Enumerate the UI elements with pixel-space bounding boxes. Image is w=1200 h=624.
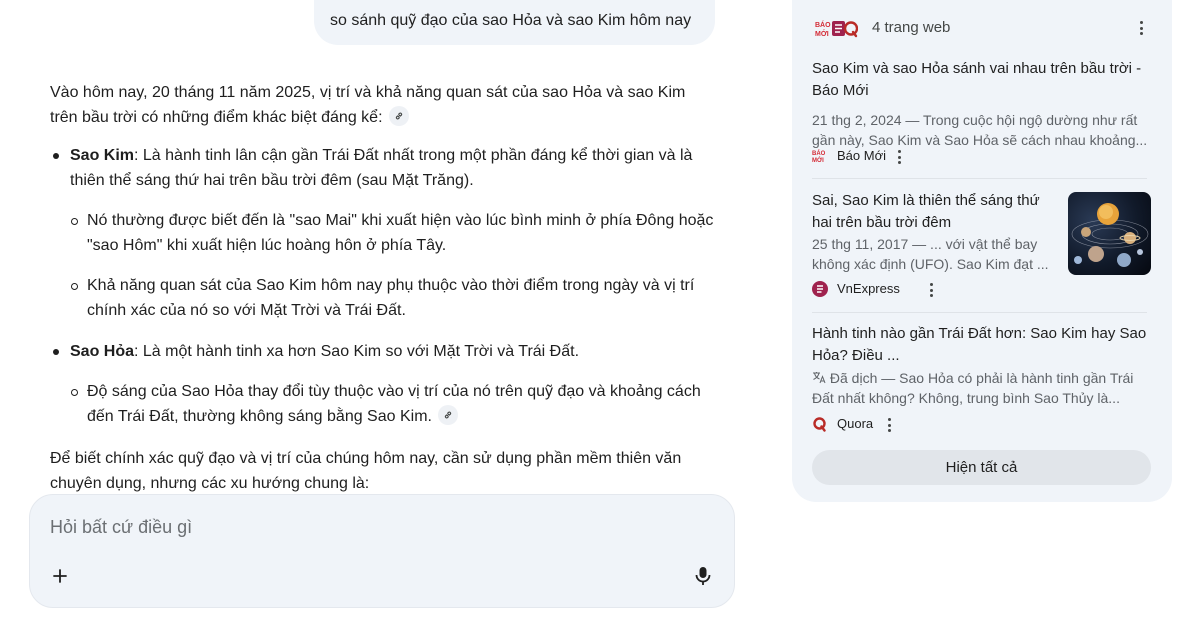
- bullet-dot: [53, 349, 59, 355]
- citation-link-button[interactable]: [388, 106, 409, 126]
- source-site: VnExpress: [812, 280, 934, 300]
- source-site-name: Báo Mới: [837, 148, 886, 163]
- source-more-button[interactable]: [898, 150, 902, 167]
- divider: [812, 312, 1147, 313]
- sub-bullet-ring: [71, 218, 78, 225]
- answer-intro: Vào hôm nay, 20 tháng 11 năm 2025, vị tr…: [50, 80, 710, 130]
- svg-text:BÁO: BÁO: [815, 20, 831, 29]
- source-more-button[interactable]: [930, 283, 934, 300]
- source-card[interactable]: Hành tinh nào gần Trái Đất hơn: Sao Kim …: [812, 323, 1152, 432]
- source-snippet: Đã dịch — Sao Hỏa có phải là hành tinh g…: [812, 369, 1152, 408]
- quora-favicon-icon: [813, 417, 826, 432]
- bullet-dot: [53, 153, 59, 159]
- source-site: Quora: [812, 415, 922, 433]
- source-site-name: Quora: [837, 416, 874, 431]
- answer-outro: Để biết chính xác quỹ đạo và vị trí của …: [50, 450, 682, 492]
- svg-text:MỚI: MỚI: [815, 29, 829, 38]
- mars-label: Sao Hỏa: [70, 343, 135, 360]
- add-attachment-button[interactable]: [47, 563, 73, 589]
- venus-bullet: Sao Kim: Là hành tinh lân cận gần Trái Đ…: [70, 143, 730, 193]
- source-logos: BÁO MỚI: [814, 18, 859, 40]
- venus-label: Sao Kim: [70, 147, 135, 164]
- microphone-icon: [695, 567, 711, 585]
- svg-text:MỚI: MỚI: [812, 156, 824, 164]
- source-site-name: VnExpress: [837, 281, 900, 296]
- source-thumbnail-image[interactable]: [1068, 192, 1151, 275]
- more-options-button[interactable]: [1140, 21, 1144, 38]
- source-title[interactable]: Sai, Sao Kim là thiên thể sáng thứ hai t…: [812, 190, 1062, 234]
- citation-link-button[interactable]: [437, 405, 458, 425]
- divider: [812, 178, 1147, 179]
- user-message-bubble: so sánh quỹ đạo của sao Hỏa và sao Kim h…: [314, 0, 715, 45]
- sources-count: 4 trang web: [872, 19, 951, 36]
- mars-sub-1-text: Độ sáng của Sao Hỏa thay đổi tùy thuộc v…: [87, 383, 701, 425]
- source-title[interactable]: Hành tinh nào gần Trái Đất hơn: Sao Kim …: [812, 323, 1152, 367]
- venus-sub-2: Khả năng quan sát của Sao Kim hôm nay ph…: [87, 277, 695, 319]
- source-more-button[interactable]: [888, 418, 892, 435]
- source-snippet-text: Đã dịch — Sao Hỏa có phải là hành tinh g…: [812, 370, 1134, 406]
- source-snippet: 25 thg 11, 2017 — ... với vật thể bay kh…: [812, 236, 1049, 272]
- sub-bullet-ring: [71, 283, 78, 290]
- voice-input-button[interactable]: [691, 563, 715, 589]
- answer-intro-text: Vào hôm nay, 20 tháng 11 năm 2025, vị tr…: [50, 84, 686, 126]
- prompt-input-box: [29, 494, 735, 608]
- translate-icon: [813, 372, 826, 384]
- source-site: BÁO MỚI Báo Mới: [812, 147, 932, 165]
- venus-text: : Là hành tinh lân cận gần Trái Đất nhất…: [70, 147, 693, 189]
- sources-panel: BÁO MỚI 4 trang web Sao Kim và sao Hỏa s…: [792, 0, 1172, 502]
- solar-system-image: [1071, 203, 1149, 267]
- prompt-input[interactable]: [50, 513, 650, 541]
- link-icon: [444, 411, 452, 419]
- source-title[interactable]: Sao Kim và sao Hỏa sánh vai nhau trên bầ…: [812, 58, 1152, 102]
- mars-bullet: Sao Hỏa: Là một hành tinh xa hơn Sao Kim…: [70, 339, 730, 364]
- mars-text: : Là một hành tinh xa hơn Sao Kim so với…: [134, 343, 580, 360]
- venus-sub-1: Nó thường được biết đến là "sao Mai" khi…: [87, 212, 714, 254]
- baomoi-logo-icon: BÁO MỚI: [815, 20, 859, 38]
- sub-bullet-ring: [71, 389, 78, 396]
- svg-text:BÁO: BÁO: [812, 150, 826, 157]
- mars-sub-1: Độ sáng của Sao Hỏa thay đổi tùy thuộc v…: [87, 379, 730, 429]
- source-card[interactable]: Sao Kim và sao Hỏa sánh vai nhau trên bầ…: [812, 58, 1152, 164]
- source-snippet: 21 thg 2, 2024 — Trong cuộc hội ngộ dườn…: [812, 112, 1148, 148]
- baomoi-favicon-icon: BÁO MỚI: [812, 150, 826, 164]
- source-card[interactable]: Sai, Sao Kim là thiên thể sáng thứ hai t…: [812, 190, 1062, 297]
- quora-logo-icon: [843, 21, 859, 36]
- plus-icon: [53, 569, 67, 583]
- user-message-text: so sánh quỹ đạo của sao Hỏa và sao Kim h…: [330, 12, 692, 29]
- show-all-button[interactable]: Hiện tất cả: [812, 450, 1151, 485]
- link-icon: [395, 112, 402, 120]
- vnexpress-favicon-icon: [812, 281, 828, 297]
- sources-header: BÁO MỚI 4 trang web: [814, 18, 1154, 40]
